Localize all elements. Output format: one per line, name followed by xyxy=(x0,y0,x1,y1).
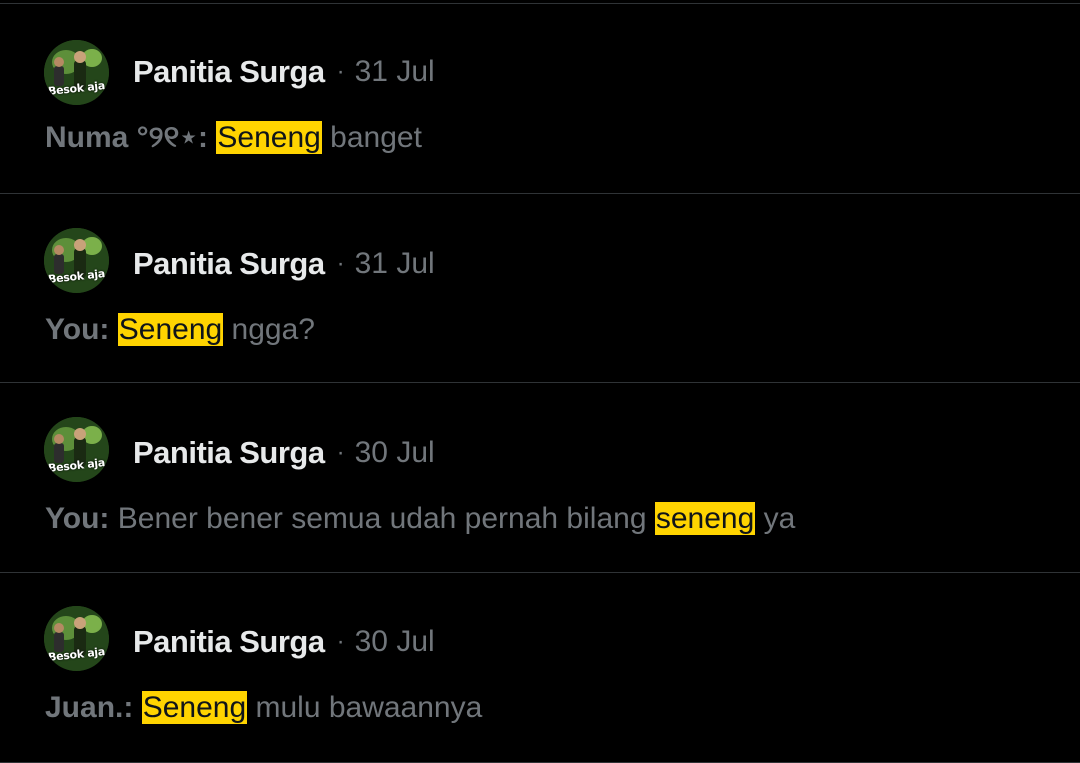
separator-dot: · xyxy=(336,439,345,466)
message-text-after: banget xyxy=(321,121,422,154)
avatar[interactable]: Besok aja xyxy=(44,606,109,671)
message-date: 30 Jul xyxy=(354,436,435,469)
message-preview: Numa °୨୧⋆: Seneng banget xyxy=(45,118,422,158)
conversation-name[interactable]: Panitia Surga xyxy=(133,246,325,282)
conversation-name[interactable]: Panitia Surga xyxy=(133,54,325,90)
result-header: Panitia Surga · 31 Jul xyxy=(133,52,435,92)
message-date: 30 Jul xyxy=(354,625,435,658)
message-sender: Juan.: xyxy=(45,691,134,724)
message-text-after: ngga? xyxy=(223,313,315,346)
message-date: 31 Jul xyxy=(354,247,435,280)
result-header: Panitia Surga · 31 Jul xyxy=(133,244,435,284)
separator-dot: · xyxy=(336,250,345,277)
message-result[interactable]: Besok aja Panitia Surga · 30 Jul You: Be… xyxy=(0,383,1080,573)
search-highlight: Seneng xyxy=(117,313,224,346)
search-highlight: seneng xyxy=(654,502,756,535)
message-text-after: ya xyxy=(755,502,796,535)
message-preview: Juan.: Seneng mulu bawaannya xyxy=(45,688,482,728)
message-text-before: Bener bener semua udah pernah bilang xyxy=(117,502,655,535)
avatar[interactable]: Besok aja xyxy=(44,228,109,293)
separator-dot: · xyxy=(336,628,345,655)
avatar[interactable]: Besok aja xyxy=(44,417,109,482)
message-text-after: mulu bawaannya xyxy=(247,691,483,724)
search-highlight: Seneng xyxy=(141,691,248,724)
message-result[interactable]: Besok aja Panitia Surga · 30 Jul Juan.: … xyxy=(0,573,1080,763)
message-sender: You: xyxy=(45,502,110,535)
message-preview: You: Bener bener semua udah pernah bilan… xyxy=(45,499,795,539)
conversation-name[interactable]: Panitia Surga xyxy=(133,624,325,660)
message-sender: You: xyxy=(45,313,110,346)
message-preview: You: Seneng ngga? xyxy=(45,310,315,350)
avatar[interactable]: Besok aja xyxy=(44,40,109,105)
result-header: Panitia Surga · 30 Jul xyxy=(133,433,435,473)
message-date: 31 Jul xyxy=(354,55,435,88)
result-header: Panitia Surga · 30 Jul xyxy=(133,622,435,662)
search-highlight: Seneng xyxy=(216,121,322,154)
conversation-name[interactable]: Panitia Surga xyxy=(133,435,325,471)
message-sender: Numa °୨୧⋆: xyxy=(45,121,209,154)
message-result[interactable]: Besok aja Panitia Surga · 31 Jul Numa °୨… xyxy=(0,4,1080,194)
separator-dot: · xyxy=(336,58,345,85)
message-result[interactable]: Besok aja Panitia Surga · 31 Jul You: Se… xyxy=(0,194,1080,383)
